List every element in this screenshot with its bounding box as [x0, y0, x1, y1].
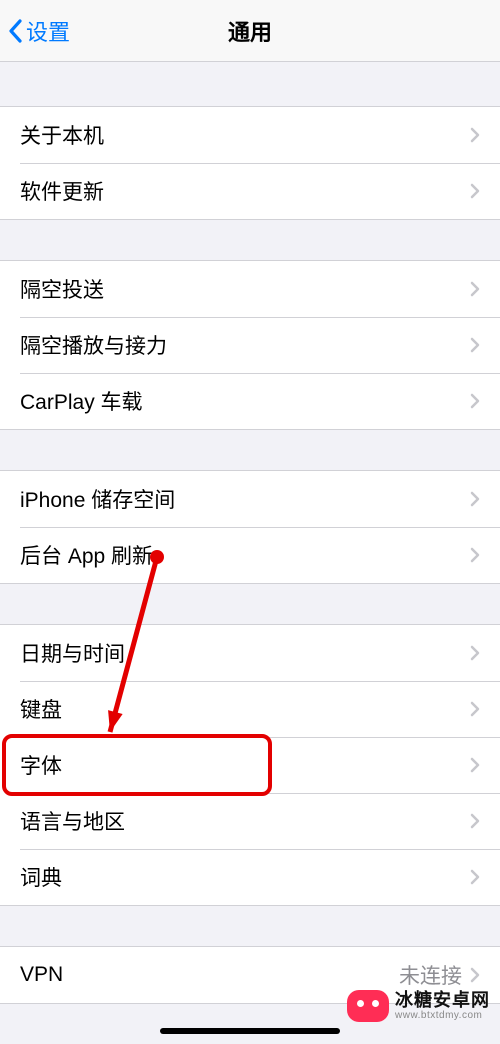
- chevron-right-icon: [470, 757, 480, 773]
- row-label: 词典: [20, 862, 62, 892]
- row-keyboard[interactable]: 键盘: [0, 681, 500, 737]
- row-fonts[interactable]: 字体: [0, 737, 500, 793]
- row-background-app-refresh[interactable]: 后台 App 刷新: [0, 527, 500, 583]
- row-iphone-storage[interactable]: iPhone 储存空间: [0, 471, 500, 527]
- chevron-right-icon: [470, 491, 480, 507]
- row-label: 软件更新: [20, 176, 104, 206]
- row-label: 键盘: [20, 694, 62, 724]
- nav-bar: 设置 通用: [0, 0, 500, 62]
- chevron-right-icon: [470, 645, 480, 661]
- row-label: 语言与地区: [20, 806, 125, 836]
- chevron-left-icon: [8, 19, 22, 43]
- watermark: 冰糖安卓网 www.btxtdmy.com: [347, 990, 490, 1022]
- chevron-right-icon: [470, 393, 480, 409]
- chevron-right-icon: [470, 813, 480, 829]
- chevron-right-icon: [470, 127, 480, 143]
- row-carplay[interactable]: CarPlay 车载: [0, 373, 500, 429]
- settings-group: 关于本机软件更新: [0, 106, 500, 220]
- watermark-url: www.btxtdmy.com: [395, 1010, 490, 1021]
- row-date-time[interactable]: 日期与时间: [0, 625, 500, 681]
- chevron-right-icon: [470, 547, 480, 563]
- row-about[interactable]: 关于本机: [0, 107, 500, 163]
- row-language-region[interactable]: 语言与地区: [0, 793, 500, 849]
- row-label: iPhone 储存空间: [20, 484, 175, 514]
- back-button[interactable]: 设置: [8, 15, 70, 47]
- settings-group: 隔空投送隔空播放与接力 CarPlay 车载: [0, 260, 500, 430]
- row-dictionary[interactable]: 词典: [0, 849, 500, 905]
- row-label: VPN: [20, 963, 63, 987]
- chevron-right-icon: [470, 869, 480, 885]
- chevron-right-icon: [470, 967, 480, 983]
- row-label: 关于本机: [20, 120, 104, 150]
- chevron-right-icon: [470, 183, 480, 199]
- row-software-update[interactable]: 软件更新: [0, 163, 500, 219]
- home-indicator[interactable]: [160, 1028, 340, 1034]
- watermark-name: 冰糖安卓网: [395, 991, 490, 1011]
- row-label: 日期与时间: [20, 638, 125, 668]
- chevron-right-icon: [470, 281, 480, 297]
- chevron-right-icon: [470, 701, 480, 717]
- settings-group: iPhone 储存空间后台 App 刷新: [0, 470, 500, 584]
- row-label: 隔空播放与接力: [20, 330, 167, 360]
- watermark-icon: [347, 990, 389, 1022]
- row-label: 隔空投送: [20, 274, 104, 304]
- settings-group: 日期与时间键盘字体语言与地区词典: [0, 624, 500, 906]
- row-label: 字体: [20, 750, 62, 780]
- page-title: 通用: [0, 15, 500, 47]
- row-airplay-handoff[interactable]: 隔空播放与接力: [0, 317, 500, 373]
- row-detail: 未连接: [399, 960, 462, 990]
- back-label: 设置: [26, 15, 70, 47]
- row-airdrop[interactable]: 隔空投送: [0, 261, 500, 317]
- chevron-right-icon: [470, 337, 480, 353]
- row-label: CarPlay 车载: [20, 386, 143, 416]
- row-label: 后台 App 刷新: [20, 540, 153, 570]
